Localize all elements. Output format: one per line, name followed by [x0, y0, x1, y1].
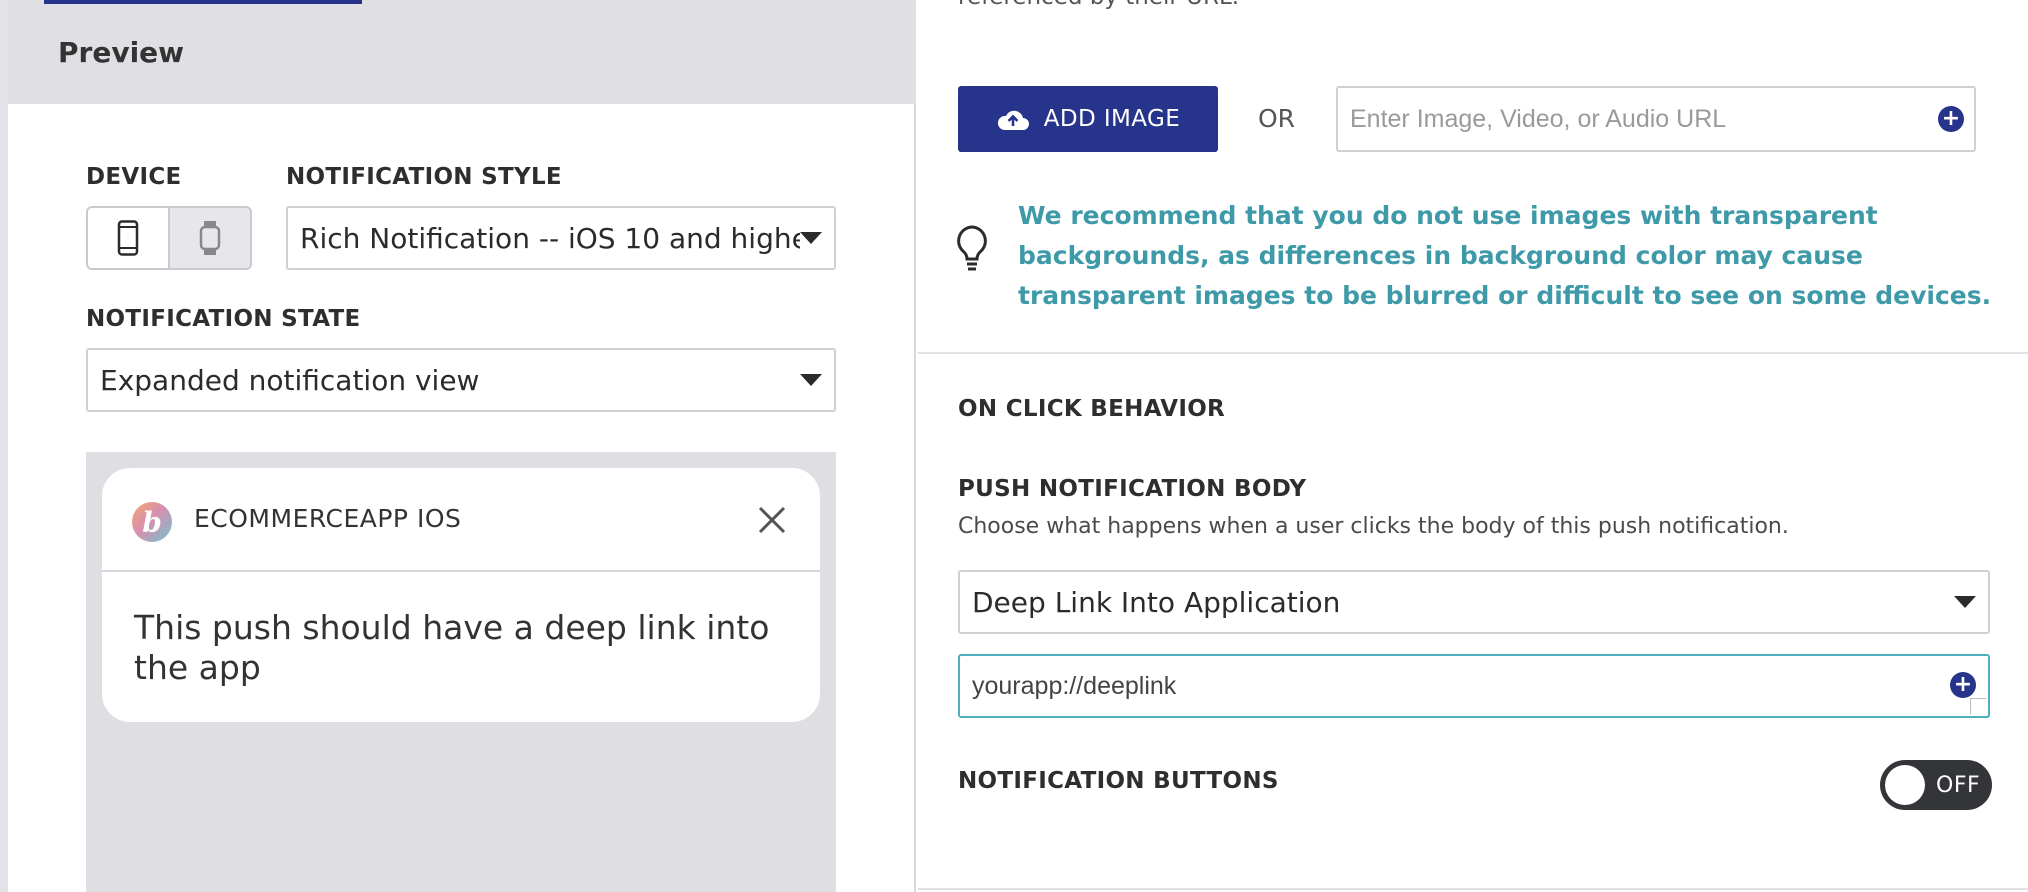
device-toggle: [86, 206, 252, 270]
add-url-icon[interactable]: +: [1938, 106, 1964, 132]
or-separator: OR: [1258, 104, 1296, 133]
deeplink-input[interactable]: [958, 654, 1990, 718]
on-click-behavior-title: ON CLICK BEHAVIOR: [958, 396, 1226, 422]
app-logo-icon: b: [132, 502, 172, 542]
active-tab-indicator: [44, 0, 362, 4]
push-body-title: PUSH NOTIFICATION BODY: [958, 476, 1307, 502]
notification-buttons-title: NOTIFICATION BUTTONS: [958, 768, 1279, 794]
phone-preview: b ECOMMERCEAPP IOS This push should have…: [86, 452, 836, 892]
resize-handle-icon[interactable]: [1970, 698, 1986, 714]
notification-style-label: NOTIFICATION STYLE: [286, 164, 562, 190]
chevron-down-icon: [800, 374, 822, 386]
notification-body: This push should have a deep link into t…: [134, 608, 770, 687]
push-body-help: Choose what happens when a user clicks t…: [958, 514, 1789, 539]
preview-header: Preview: [8, 0, 916, 104]
notification-header: b ECOMMERCEAPP IOS: [102, 468, 820, 572]
watch-icon: [199, 221, 221, 255]
notification-state-value: Expanded notification view: [100, 363, 480, 397]
add-image-button[interactable]: ADD IMAGE: [958, 86, 1218, 152]
toggle-state-label: OFF: [1936, 773, 1981, 798]
device-watch-button[interactable]: [168, 208, 250, 268]
transparency-tip: We recommend that you do not use images …: [1018, 201, 1992, 310]
media-help-text: referenced by their URL.: [958, 0, 1239, 10]
preview-panel: Preview DEVICE NOTIFICATION STYLE Rich N…: [0, 0, 916, 892]
notification-card: b ECOMMERCEAPP IOS This push should have…: [102, 468, 820, 722]
toggle-knob: [1885, 765, 1925, 805]
on-click-action-select[interactable]: Deep Link Into Application: [958, 570, 1990, 634]
device-label: DEVICE: [86, 164, 182, 190]
device-phone-button[interactable]: [88, 208, 168, 268]
notification-buttons-toggle[interactable]: OFF: [1880, 760, 1992, 810]
add-image-label: ADD IMAGE: [1043, 106, 1181, 132]
preview-title: Preview: [58, 36, 185, 69]
section-divider: [918, 352, 2028, 354]
bottom-divider: [918, 888, 2028, 890]
notification-style-select[interactable]: Rich Notification -- iOS 10 and higher: [286, 206, 836, 270]
media-url-input[interactable]: [1336, 86, 1976, 152]
notification-style-value: Rich Notification -- iOS 10 and higher: [300, 221, 800, 255]
panel-edge: [0, 0, 8, 892]
lightbulb-icon: [957, 225, 987, 271]
notification-state-label: NOTIFICATION STATE: [86, 306, 361, 332]
chevron-down-icon: [1954, 596, 1976, 608]
notification-state-select[interactable]: Expanded notification view: [86, 348, 836, 412]
chevron-down-icon: [800, 232, 822, 244]
close-icon[interactable]: [754, 502, 790, 538]
app-name: ECOMMERCEAPP IOS: [194, 504, 462, 533]
add-deeplink-icon[interactable]: +: [1950, 672, 1976, 698]
cloud-upload-icon: [997, 110, 1029, 130]
phone-icon: [117, 220, 139, 256]
on-click-action-value: Deep Link Into Application: [972, 585, 1341, 619]
